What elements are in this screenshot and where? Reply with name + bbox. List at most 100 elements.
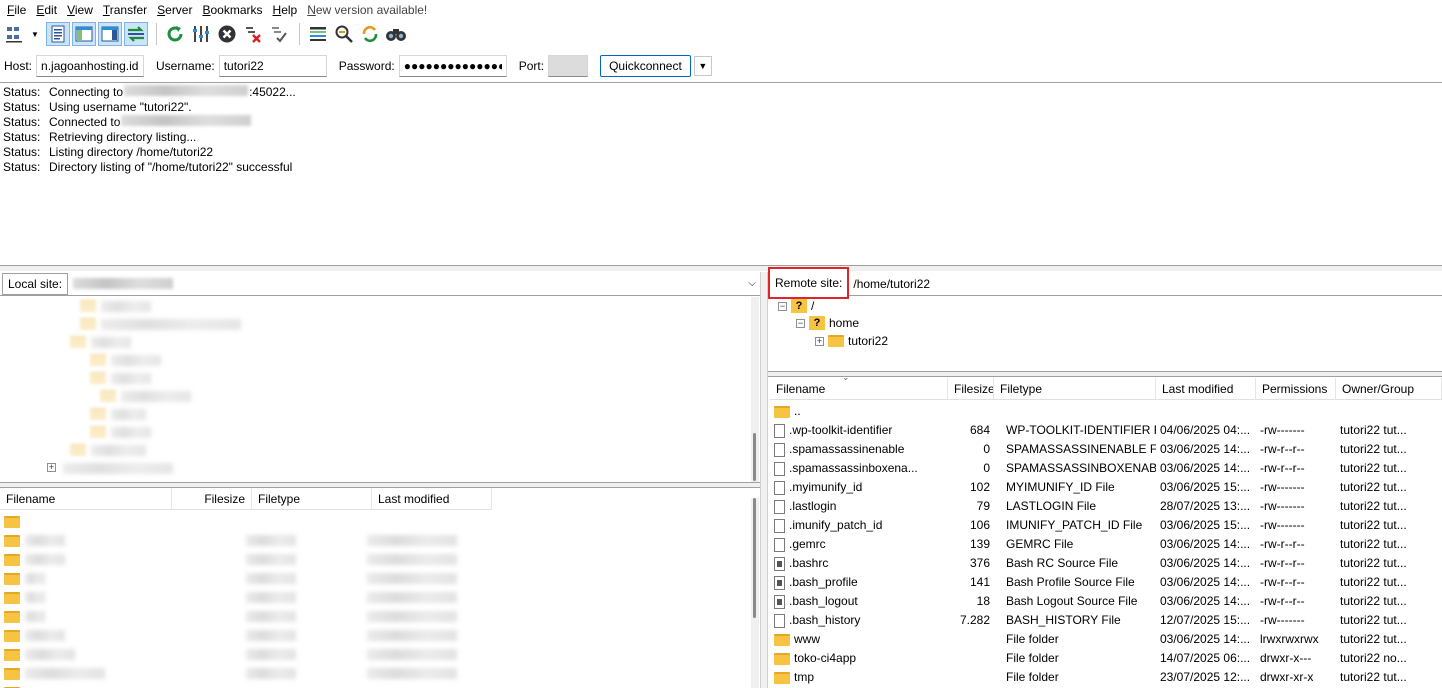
menu-new-version[interactable]: New version available! — [302, 0, 432, 20]
table-row[interactable]: .bash_profile 141 Bash Profile Source File… — [770, 573, 1442, 592]
remote-tree[interactable]: − ? / − ? home + tutori22 — [770, 297, 1442, 371]
cell-permissions: -rw------- — [1260, 480, 1305, 494]
table-row[interactable]: tmp File folder 23/07/2025 12:... drwxr-xr-… — [770, 668, 1442, 687]
menu-bookmarks[interactable]: Bookmarks — [197, 0, 267, 20]
list-item[interactable] — [4, 607, 458, 626]
tree-row-root[interactable]: − ? / — [778, 297, 814, 315]
process-queue-icon[interactable] — [189, 22, 213, 46]
table-row[interactable]: www File folder 03/06/2025 14:... lrwxrwxrw… — [770, 630, 1442, 649]
local-list-scrollbar[interactable] — [751, 498, 759, 688]
reconnect-icon[interactable] — [267, 22, 291, 46]
cancel-icon[interactable] — [215, 22, 239, 46]
toggle-local-tree-icon[interactable] — [72, 22, 96, 46]
menu-transfer[interactable]: Transfer — [98, 0, 152, 20]
cell-filename: .lastlogin — [770, 497, 948, 516]
list-item[interactable] — [4, 588, 458, 607]
expand-icon[interactable]: + — [47, 463, 56, 472]
site-manager-dropdown-icon[interactable]: ▼ — [30, 22, 40, 46]
column-last-modified[interactable]: Last modified — [1156, 378, 1256, 400]
filter-icon[interactable] — [306, 22, 330, 46]
column-filesize[interactable]: Filesize — [948, 378, 994, 400]
list-item[interactable] — [4, 626, 458, 645]
password-input[interactable] — [398, 55, 507, 77]
local-tree[interactable]: + — [0, 297, 760, 482]
compare-icon[interactable] — [332, 22, 356, 46]
column-filename[interactable]: Filename — [0, 488, 172, 510]
refresh-icon[interactable] — [163, 22, 187, 46]
collapse-icon[interactable]: − — [778, 301, 787, 311]
filename-text: tmp — [794, 670, 815, 684]
column-owner-group[interactable]: Owner/Group — [1336, 378, 1442, 400]
cell-permissions: -rw-r--r-- — [1260, 442, 1305, 456]
table-row[interactable]: .bashrc 376 Bash RC Source File 03/06/2025 … — [770, 554, 1442, 573]
site-manager-icon[interactable] — [4, 22, 28, 46]
table-row[interactable]: .spamassassinboxena... 0 SPAMASSASSINBOXEN… — [770, 459, 1442, 478]
remote-file-list[interactable]: Filename Filesize Filetype Last modified… — [770, 378, 1442, 688]
table-row[interactable]: .bash_history 7.282 BASH_HISTORY File 12/07… — [770, 611, 1442, 630]
column-filename[interactable]: Filename — [770, 378, 948, 400]
cell-filetype: BASH_HISTORY File — [1006, 613, 1121, 627]
question-folder-icon: ? — [809, 316, 825, 330]
menu-file[interactable]: File — [2, 0, 31, 20]
table-row[interactable]: .myimunify_id 102 MYIMUNIFY_ID File 03/06/2… — [770, 478, 1442, 497]
column-permissions[interactable]: Permissions — [1256, 378, 1336, 400]
log-splitter[interactable] — [0, 266, 1442, 271]
menu-view[interactable]: View — [62, 0, 98, 20]
username-label: Username: — [156, 59, 215, 73]
list-item[interactable] — [4, 550, 458, 569]
toggle-transfer-queue-icon[interactable] — [124, 22, 148, 46]
sync-browsing-icon[interactable] — [358, 22, 382, 46]
remote-site-path[interactable]: /home/tutori22 — [849, 273, 1442, 295]
menu-server[interactable]: Server — [152, 0, 197, 20]
collapse-icon[interactable]: − — [796, 318, 805, 328]
expand-icon[interactable]: + — [815, 336, 824, 346]
host-input[interactable] — [36, 55, 145, 77]
column-filetype[interactable]: Filetype — [252, 488, 372, 510]
list-item[interactable] — [4, 645, 458, 664]
table-row[interactable]: .bash_logout 18 Bash Logout Source File 03/… — [770, 592, 1442, 611]
local-site-path[interactable]: ⌵ — [68, 273, 760, 295]
toggle-remote-tree-icon[interactable] — [98, 22, 122, 46]
cell-filesize: 376 — [969, 556, 990, 570]
cell-permissions: -rw-r--r-- — [1260, 575, 1305, 589]
tree-row-tutori22[interactable]: + tutori22 — [815, 332, 888, 350]
column-filetype[interactable]: Filetype — [994, 378, 1156, 400]
list-item[interactable] — [4, 664, 458, 683]
chevron-down-icon[interactable]: ⌵ — [748, 274, 756, 294]
log-line: Status: Connecting to :45022... — [3, 85, 1439, 100]
filename-text: .myimunify_id — [789, 480, 863, 494]
cell-filetype: SPAMASSASSINBOXENAB... — [1006, 461, 1156, 475]
list-item[interactable] — [4, 569, 458, 588]
column-filesize[interactable]: Filesize — [172, 488, 252, 510]
list-item[interactable] — [4, 531, 458, 550]
cell-owner-group: tutori22 tut... — [1340, 575, 1407, 589]
table-row[interactable]: .. — [770, 402, 1442, 421]
port-input[interactable] — [548, 55, 589, 77]
local-tree-scrollbar[interactable] — [751, 297, 759, 482]
message-log[interactable]: Status: Connecting to :45022... Status: … — [0, 82, 1442, 266]
table-row[interactable]: toko-ci4app File folder 14/07/2025 06:... d… — [770, 649, 1442, 668]
menu-help[interactable]: Help — [268, 0, 303, 20]
disconnect-icon[interactable] — [241, 22, 265, 46]
log-line: Status: Connected to — [3, 115, 1439, 130]
table-row[interactable]: .wp-toolkit-identifier 684 WP-TOOLKIT-IDEN… — [770, 421, 1442, 440]
column-last-modified[interactable]: Last modified — [372, 488, 492, 510]
tree-row-home[interactable]: − ? home — [796, 314, 859, 332]
local-file-list[interactable]: Filename Filesize Filetype Last modified… — [0, 488, 760, 688]
table-row[interactable]: .gemrc 139 GEMRC File 03/06/2025 14:... -rw-… — [770, 535, 1442, 554]
local-site-bar: Local site: ⌵ — [0, 272, 760, 296]
quickconnect-button[interactable]: Quickconnect — [600, 55, 691, 77]
toggle-message-log-icon[interactable] — [46, 22, 70, 46]
quickconnect-dropdown-icon[interactable]: ▼ — [693, 56, 712, 76]
table-row[interactable]: .imunify_patch_id 106 IMUNIFY_PATCH_ID Fil… — [770, 516, 1442, 535]
list-item[interactable] — [4, 512, 24, 531]
search-binoculars-icon[interactable] — [384, 22, 408, 46]
username-input[interactable] — [218, 55, 327, 77]
folder-icon — [828, 335, 844, 347]
table-row[interactable]: .lastlogin 79 LASTLOGIN File 28/07/2025 13:… — [770, 497, 1442, 516]
pane-divider[interactable] — [760, 272, 768, 688]
menu-edit[interactable]: Edit — [31, 0, 62, 20]
table-row[interactable]: .spamassassinenable 0 SPAMASSASSINENABLE F… — [770, 440, 1442, 459]
list-item[interactable] — [4, 683, 24, 688]
remote-pane-splitter[interactable] — [768, 371, 1442, 377]
